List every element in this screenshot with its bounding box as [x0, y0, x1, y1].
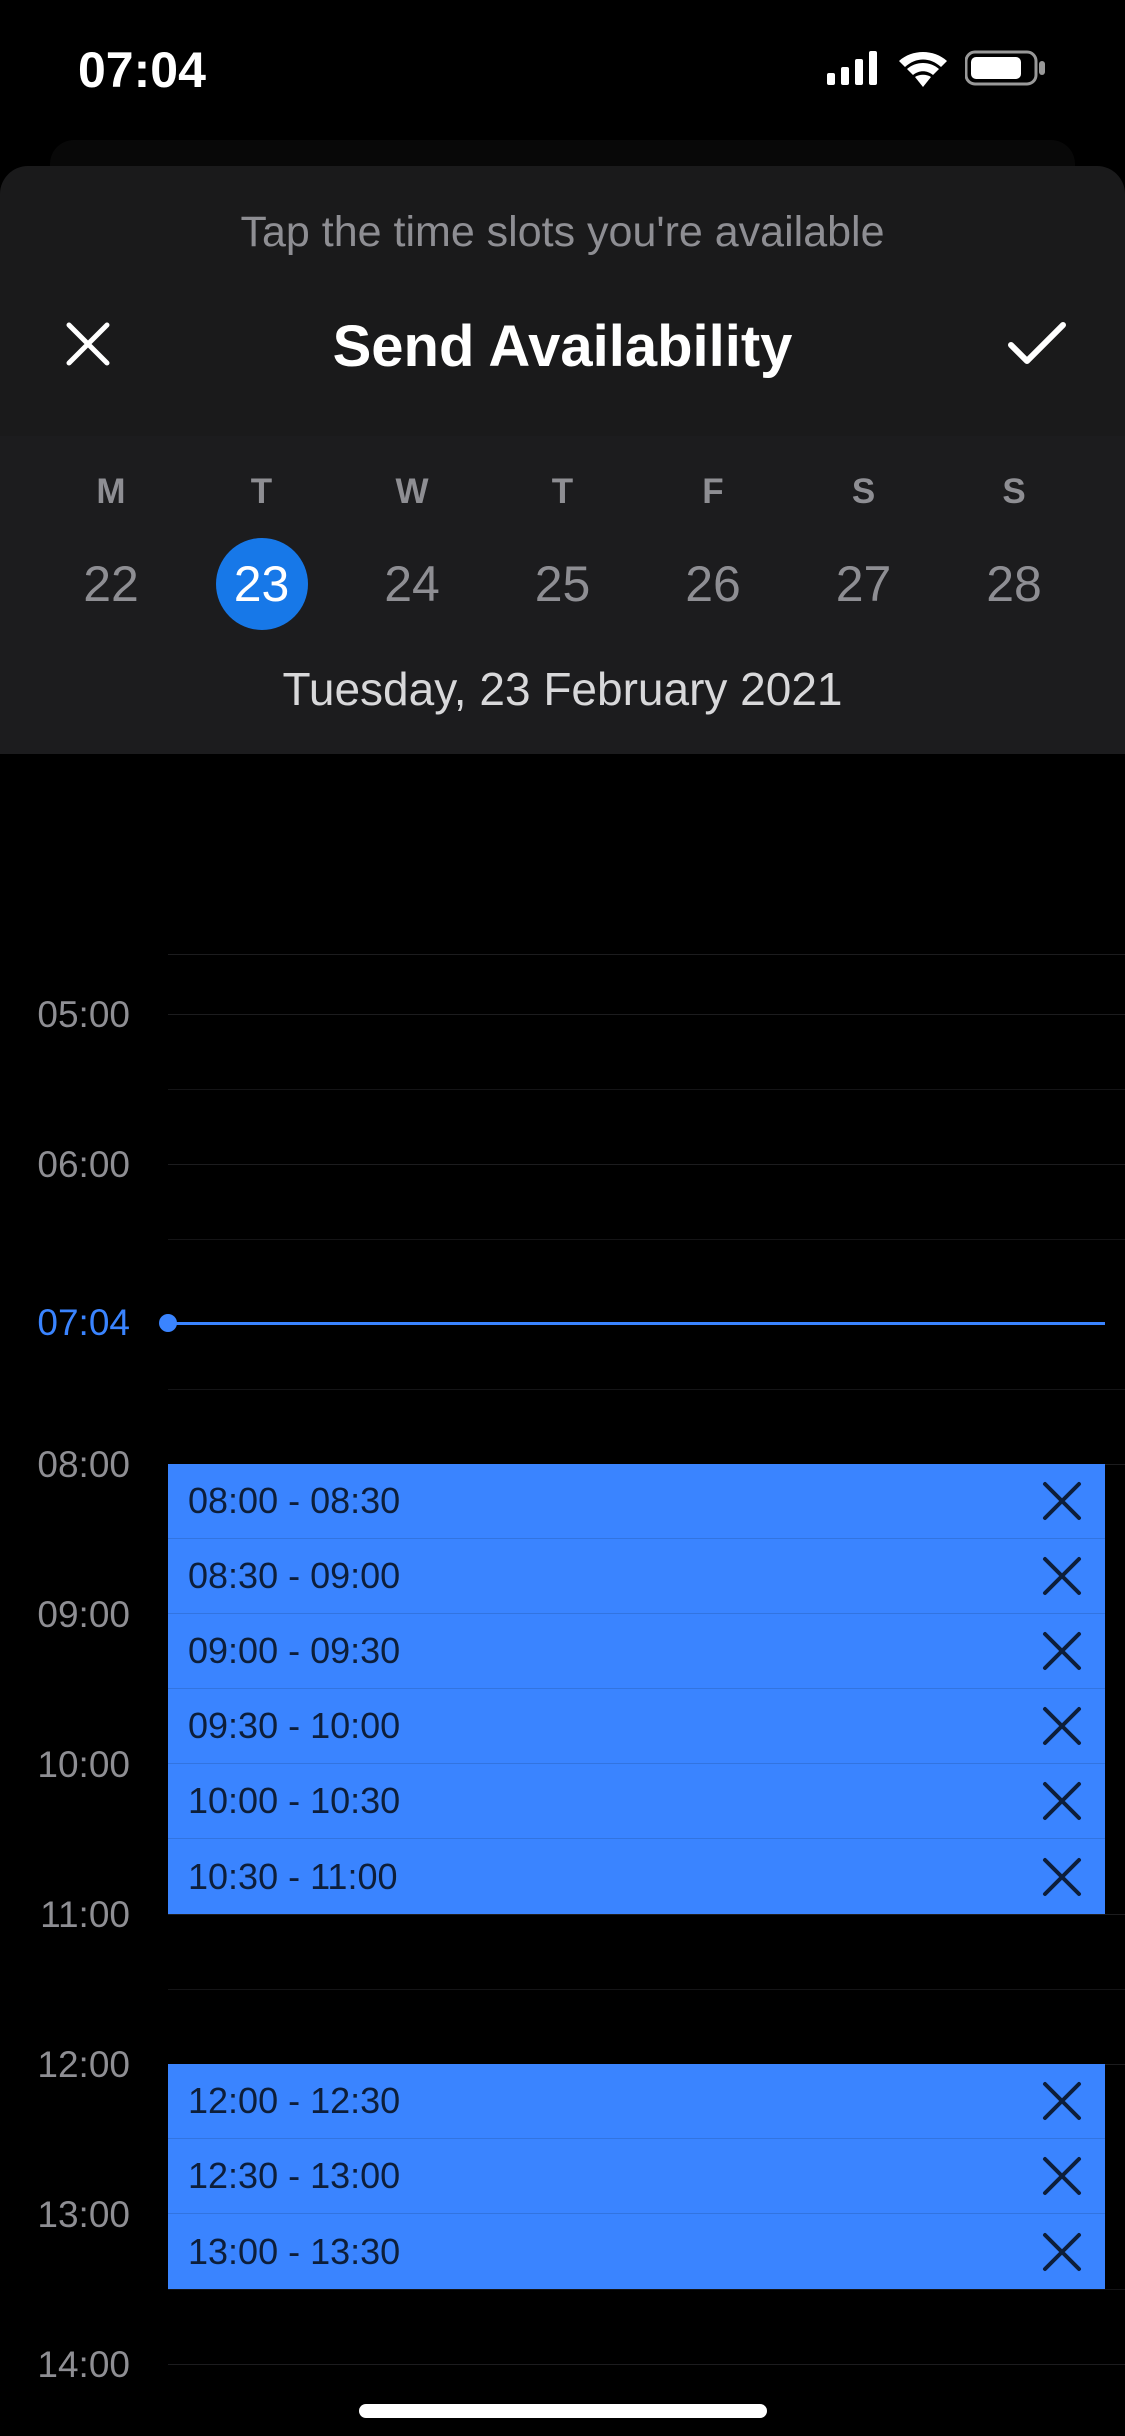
wifi-icon [897, 49, 949, 92]
status-bar: 07:04 [0, 0, 1125, 140]
slot-label: 09:00 - 09:30 [188, 1630, 400, 1672]
slot-label: 08:30 - 09:00 [188, 1555, 400, 1597]
full-date-label: Tuesday, 23 February 2021 [0, 630, 1125, 754]
hour-12: 12:00 [0, 2044, 160, 2086]
hour-09: 09:00 [0, 1594, 160, 1636]
remove-slot-button[interactable] [1039, 1553, 1085, 1599]
slot-0800-0830[interactable]: 08:00 - 08:30 [168, 1464, 1105, 1539]
grid-line [168, 1239, 1125, 1240]
remove-slot-button[interactable] [1039, 2153, 1085, 2199]
date-23[interactable]: 23 [187, 538, 337, 630]
close-icon [63, 319, 113, 374]
dates-row: 22 23 24 25 26 27 28 [0, 512, 1125, 630]
remove-slot-button[interactable] [1039, 1703, 1085, 1749]
remove-slot-button[interactable] [1039, 1854, 1085, 1900]
date-25[interactable]: 25 [488, 538, 638, 630]
remove-slot-button[interactable] [1039, 2078, 1085, 2124]
dow-label: S [939, 472, 1089, 512]
availability-block-midday: 12:00 - 12:30 12:30 - 13:00 13:00 - 13:3… [168, 2064, 1105, 2289]
grid-line [168, 1164, 1125, 1165]
date-24[interactable]: 24 [337, 538, 487, 630]
checkmark-icon [1007, 321, 1067, 372]
now-indicator [168, 1322, 1105, 1325]
slot-1030-1100[interactable]: 10:30 - 11:00 [168, 1839, 1105, 1914]
modal-header: Send Availability [0, 313, 1125, 436]
slot-label: 12:30 - 13:00 [188, 2155, 400, 2197]
hint-text: Tap the time slots you're available [0, 166, 1125, 313]
cellular-icon [827, 51, 881, 90]
dow-label: M [36, 472, 186, 512]
hour-gutter: 05:00 06:00 07:04 08:00 09:00 10:00 11:0… [0, 754, 168, 2436]
slot-1300-1330[interactable]: 13:00 - 13:30 [168, 2214, 1105, 2289]
grid-line [168, 2289, 1125, 2290]
grid-line [168, 2364, 1125, 2365]
slot-0900-0930[interactable]: 09:00 - 09:30 [168, 1614, 1105, 1689]
date-22[interactable]: 22 [36, 538, 186, 630]
availability-block-morning: 08:00 - 08:30 08:30 - 09:00 09:00 - 09:3… [168, 1464, 1105, 1914]
hour-14: 14:00 [0, 2344, 160, 2386]
grid-line [168, 1914, 1125, 1915]
slot-label: 12:00 - 12:30 [188, 2080, 400, 2122]
modal-title: Send Availability [333, 313, 793, 380]
slot-label: 13:00 - 13:30 [188, 2231, 400, 2273]
confirm-button[interactable] [1007, 317, 1067, 377]
date-27[interactable]: 27 [789, 538, 939, 630]
timeline-grid[interactable]: 08:00 - 08:30 08:30 - 09:00 09:00 - 09:3… [168, 754, 1125, 2436]
slot-0930-1000[interactable]: 09:30 - 10:00 [168, 1689, 1105, 1764]
date-28[interactable]: 28 [939, 538, 1089, 630]
home-indicator[interactable] [359, 2404, 767, 2418]
date-26[interactable]: 26 [638, 538, 788, 630]
dow-label: T [488, 472, 638, 512]
grid-line [168, 1389, 1125, 1390]
dow-label: W [337, 472, 487, 512]
grid-line [168, 1014, 1125, 1015]
sheet-underlap [50, 140, 1075, 166]
hour-10: 10:00 [0, 1744, 160, 1786]
week-strip: M T W T F S S 22 23 24 25 26 27 28 Tuesd… [0, 436, 1125, 754]
remove-slot-button[interactable] [1039, 1478, 1085, 1524]
dow-row: M T W T F S S [0, 472, 1125, 512]
hour-08: 08:00 [0, 1444, 160, 1486]
dow-label: S [789, 472, 939, 512]
slot-label: 10:30 - 11:00 [188, 1856, 398, 1898]
close-button[interactable] [58, 317, 118, 377]
remove-slot-button[interactable] [1039, 1628, 1085, 1674]
battery-icon [965, 49, 1047, 92]
hour-11: 11:00 [0, 1894, 160, 1936]
slot-1200-1230[interactable]: 12:00 - 12:30 [168, 2064, 1105, 2139]
dow-label: F [638, 472, 788, 512]
grid-line [168, 1089, 1125, 1090]
slot-label: 09:30 - 10:00 [188, 1705, 400, 1747]
slot-label: 08:00 - 08:30 [188, 1480, 400, 1522]
send-availability-sheet: Tap the time slots you're available Send… [0, 166, 1125, 2436]
now-dot-icon [159, 1314, 177, 1332]
now-time-label: 07:04 [0, 1302, 160, 1344]
timeline[interactable]: 05:00 06:00 07:04 08:00 09:00 10:00 11:0… [0, 754, 1125, 2436]
slot-1000-1030[interactable]: 10:00 - 10:30 [168, 1764, 1105, 1839]
remove-slot-button[interactable] [1039, 1778, 1085, 1824]
slot-0830-0900[interactable]: 08:30 - 09:00 [168, 1539, 1105, 1614]
dow-label: T [187, 472, 337, 512]
remove-slot-button[interactable] [1039, 2229, 1085, 2275]
hour-05: 05:00 [0, 994, 160, 1036]
status-time: 07:04 [78, 41, 206, 99]
grid-line [168, 954, 1125, 955]
slot-label: 10:00 - 10:30 [188, 1780, 400, 1822]
slot-1230-1300[interactable]: 12:30 - 13:00 [168, 2139, 1105, 2214]
hour-06: 06:00 [0, 1144, 160, 1186]
hour-13: 13:00 [0, 2194, 160, 2236]
status-indicators [827, 49, 1047, 92]
grid-line [168, 1989, 1125, 1990]
